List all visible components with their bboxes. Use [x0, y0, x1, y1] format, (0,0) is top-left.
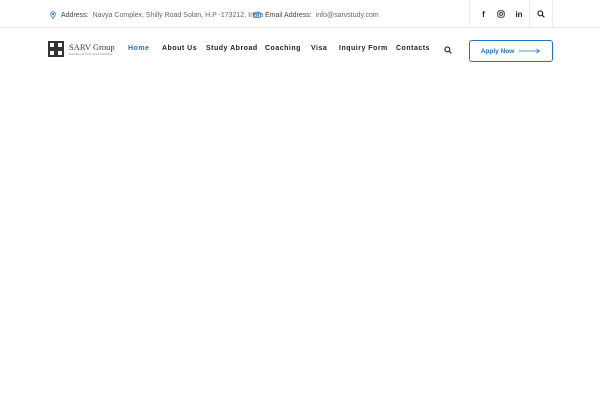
nav-item-home[interactable]: Home	[128, 45, 149, 52]
address-value: Navya Complex, Shilly Road Solan, H.P -1…	[92, 11, 264, 19]
top-bar: Address: Navya Complex, Shilly Road Sola…	[0, 0, 600, 28]
apply-now-label: Apply Now	[480, 47, 515, 55]
nav-item-inquiry-form[interactable]: Inquiry Form	[339, 45, 388, 52]
nav-search-icon[interactable]	[444, 46, 452, 54]
address-info: Address: Navya Complex, Shilly Road Sola…	[49, 9, 263, 21]
apply-now-button[interactable]: Apply Now	[469, 40, 553, 62]
map-pin-icon	[50, 11, 56, 19]
site-logo[interactable]: SARV Group EXCELLENCE DELIVERED	[48, 41, 115, 58]
nav-item-coaching[interactable]: Coaching	[265, 45, 301, 52]
nav-item-visa[interactable]: Visa	[311, 45, 327, 52]
nav-item-study-abroad[interactable]: Study Abroad	[206, 45, 258, 52]
email-value[interactable]: info@sarvstudy.com	[316, 12, 379, 19]
envelope-icon	[253, 12, 261, 18]
email-info: Email Address: info@sarvstudy.com	[253, 9, 379, 21]
nav-item-contacts[interactable]: Contacts	[396, 45, 430, 52]
address-label: Address:	[61, 11, 89, 19]
instagram-icon	[497, 10, 505, 18]
logo-tagline: EXCELLENCE DELIVERED	[69, 51, 113, 56]
nav-item-about-us[interactable]: About Us	[162, 45, 197, 52]
logo-name: SARV Group	[69, 42, 115, 53]
search-icon	[537, 10, 545, 18]
email-label: Email Address:	[265, 11, 312, 19]
logo-mark-icon	[48, 41, 65, 58]
facebook-icon: f	[482, 9, 485, 19]
arrow-right-icon	[519, 48, 541, 54]
linkedin-icon: in	[515, 9, 523, 19]
top-search-button[interactable]	[529, 0, 553, 28]
